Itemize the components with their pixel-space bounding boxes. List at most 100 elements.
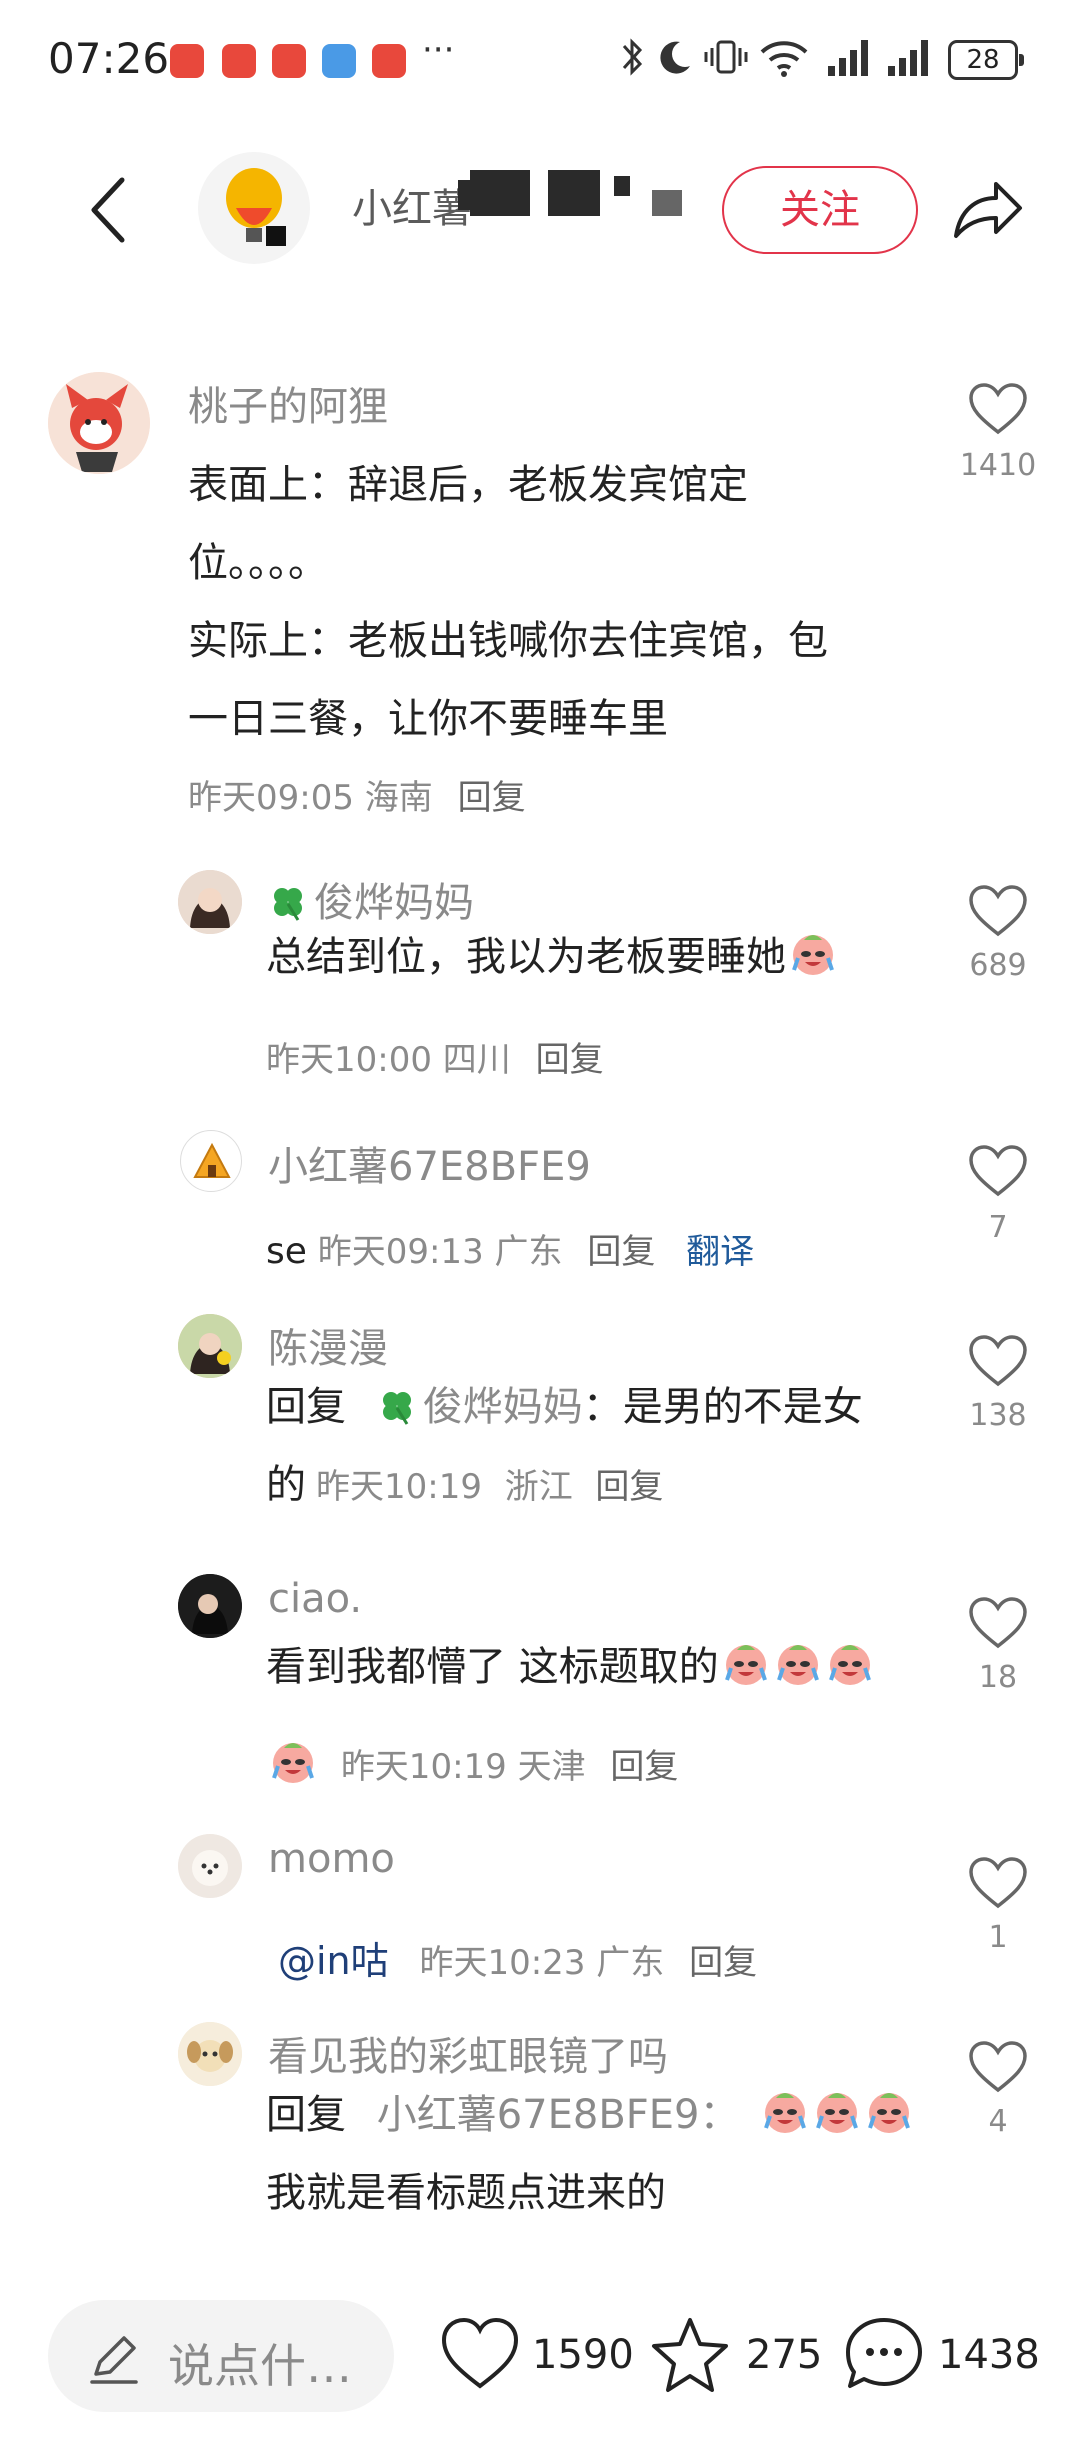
reply-button[interactable]: 回复 — [587, 1232, 655, 1272]
name-redaction — [652, 190, 682, 216]
comment-location: 广东 — [596, 1943, 665, 1983]
comment-text: 总结到位，我以为老板要睡她 — [266, 918, 946, 996]
comment-time: 昨天10:19 — [340, 1747, 507, 1787]
like-count: 4 — [988, 2104, 1008, 2139]
comment-item: ciao. 看到我都懵了 这标题取的 昨天10:19 天津 回复 18 — [0, 1570, 1080, 1810]
reply-button[interactable]: 回复 — [595, 1467, 663, 1507]
comment-item: 桃子的阿狸 表面上：辞退后，老板发宾馆定 位。。。。 实际上：老板出钱喊你去住宾… — [0, 360, 1080, 830]
reply-target[interactable]: 小红薯67E8BFE9： — [377, 2092, 740, 2138]
comment-item: 陈漫漫 回复 俊烨妈妈：是男的不是女 的昨天10:19 浙江 回复 138 — [0, 1310, 1080, 1540]
comment-time: 昨天09:13 — [317, 1232, 484, 1272]
comment-input-placeholder: 说点什… — [168, 2339, 352, 2393]
translate-button[interactable]: 翻译 — [686, 1232, 754, 1272]
reply-prefix: 回复 — [266, 2092, 346, 2138]
crying-laughing-emoji-icon — [828, 1645, 871, 1685]
comment-location: 天津 — [517, 1747, 586, 1787]
heart-icon[interactable] — [968, 1596, 1028, 1650]
dog-avatar-icon — [178, 2022, 242, 2086]
comment-line: 表面上：辞退后，老板发宾馆定 — [188, 462, 748, 508]
author-avatar[interactable] — [198, 152, 310, 264]
comment-item: 小红薯67E8BFE9 se 昨天09:13 广东 回复 翻译 7 — [0, 1120, 1080, 1280]
comment-meta: @in咕 昨天10:23 广东 回复 — [278, 1930, 757, 1985]
commenter-avatar[interactable] — [178, 870, 242, 934]
heart-icon[interactable] — [968, 1856, 1028, 1910]
heart-icon[interactable] — [968, 2040, 1028, 2094]
status-bar: 07:26 ··· 28 — [0, 0, 1080, 120]
reply-button[interactable]: 回复 — [610, 1747, 678, 1787]
like-count-total: 1590 — [532, 2332, 634, 2378]
like-count: 1 — [988, 1920, 1008, 1955]
like-button[interactable] — [438, 2314, 522, 2394]
commenter-name[interactable]: 桃子的阿狸 — [188, 374, 388, 432]
commenter-avatar[interactable] — [178, 1834, 242, 1898]
clover-icon — [274, 888, 302, 921]
reply-prefix: 回复 — [266, 1384, 346, 1430]
commenter-name[interactable]: ciao. — [268, 1576, 362, 1622]
battery-icon: 28 — [948, 40, 1024, 80]
comment-time: 昨天10:00 — [266, 1040, 432, 1080]
comment-time: 昨天09:05 — [188, 778, 354, 818]
mention-link[interactable]: @in咕 — [278, 1939, 389, 1983]
comment-meta: 昨天09:05 海南 回复 — [188, 770, 526, 819]
commenter-name[interactable]: 小红薯67E8BFE9 — [268, 1134, 591, 1192]
balloon-logo-icon — [226, 168, 286, 246]
heart-icon[interactable] — [968, 1144, 1028, 1198]
comment-text-content: 看到我都懵了 这标题取的 — [266, 1644, 719, 1690]
comment-meta: 昨天10:00 四川 回复 — [266, 1032, 604, 1081]
commenter-avatar[interactable] — [48, 372, 150, 474]
commenter-name[interactable]: momo — [268, 1836, 395, 1882]
reply-target[interactable]: 俊烨妈妈 — [377, 1384, 583, 1430]
comment-count: 1438 — [938, 2332, 1040, 2378]
huawei-app-icon — [222, 44, 256, 78]
user-photo-icon — [178, 870, 242, 934]
moon-icon — [660, 41, 690, 74]
reply-button[interactable]: 回复 — [458, 778, 526, 818]
comment-text: 回复 俊烨妈妈：是男的不是女 的昨天10:19 浙江 回复 — [266, 1368, 946, 1524]
crying-laughing-emoji-icon — [763, 2093, 806, 2133]
comment-item: momo @in咕 昨天10:23 广东 回复 1 — [0, 1830, 1080, 1990]
comment-item: 看见我的彩虹眼镜了吗 回复 小红薯67E8BFE9： 我就是看标题点进来的 4 — [0, 2010, 1080, 2250]
signal-icon — [888, 40, 928, 76]
comment-line: 的昨天10:19 浙江 回复 — [266, 1446, 946, 1524]
reply-button[interactable]: 回复 — [536, 1040, 604, 1080]
heart-icon[interactable] — [968, 382, 1028, 436]
star-button[interactable] — [648, 2314, 732, 2394]
crying-laughing-emoji-icon — [272, 1743, 314, 1783]
heart-icon[interactable] — [968, 884, 1028, 938]
commenter-name[interactable]: 看见我的彩虹眼镜了吗 — [268, 2024, 668, 2082]
commenter-avatar[interactable] — [178, 2022, 242, 2086]
name-redaction — [614, 176, 630, 196]
like-count: 18 — [978, 1660, 1018, 1695]
share-button[interactable] — [950, 174, 1026, 246]
back-button[interactable] — [80, 170, 140, 250]
author-name-text: 小红薯 — [352, 186, 472, 226]
commenter-avatar[interactable] — [178, 1314, 242, 1378]
huawei-app-icon — [272, 44, 306, 78]
comment-line: 一日三餐，让你不要睡车里 — [188, 696, 668, 742]
comment-button[interactable] — [842, 2314, 926, 2394]
comment-line: 位。。。。 — [188, 540, 328, 586]
name-redaction — [548, 170, 600, 216]
fox-avatar-icon — [48, 372, 150, 474]
tent-avatar-icon — [193, 1142, 231, 1178]
status-time: 07:26 — [48, 34, 170, 83]
commenter-avatar[interactable] — [178, 1574, 242, 1638]
comment-time: 昨天10:23 — [419, 1943, 586, 1983]
comment-time: 昨天10:19 — [316, 1467, 482, 1507]
wifi-icon — [760, 41, 808, 77]
comment-text: se — [266, 1231, 307, 1272]
follow-button[interactable]: 关注 — [722, 166, 918, 254]
commenter-name[interactable]: 陈漫漫 — [268, 1316, 388, 1374]
puppy-avatar-icon — [178, 1834, 242, 1898]
commenter-avatar[interactable] — [180, 1130, 242, 1192]
like-count: 138 — [969, 1398, 1027, 1433]
comment-text-part: ：是男的不是女 — [582, 1384, 863, 1430]
comment-input[interactable]: 说点什… — [48, 2300, 394, 2412]
comment-text-content: 总结到位，我以为老板要睡她 — [266, 934, 786, 980]
clover-icon — [382, 1392, 411, 1425]
user-photo-icon — [178, 1574, 242, 1638]
reply-target-name: 俊烨妈妈 — [422, 1384, 583, 1430]
heart-icon[interactable] — [968, 1334, 1028, 1388]
reply-button[interactable]: 回复 — [689, 1943, 757, 1983]
comment-location: 四川 — [442, 1040, 511, 1080]
